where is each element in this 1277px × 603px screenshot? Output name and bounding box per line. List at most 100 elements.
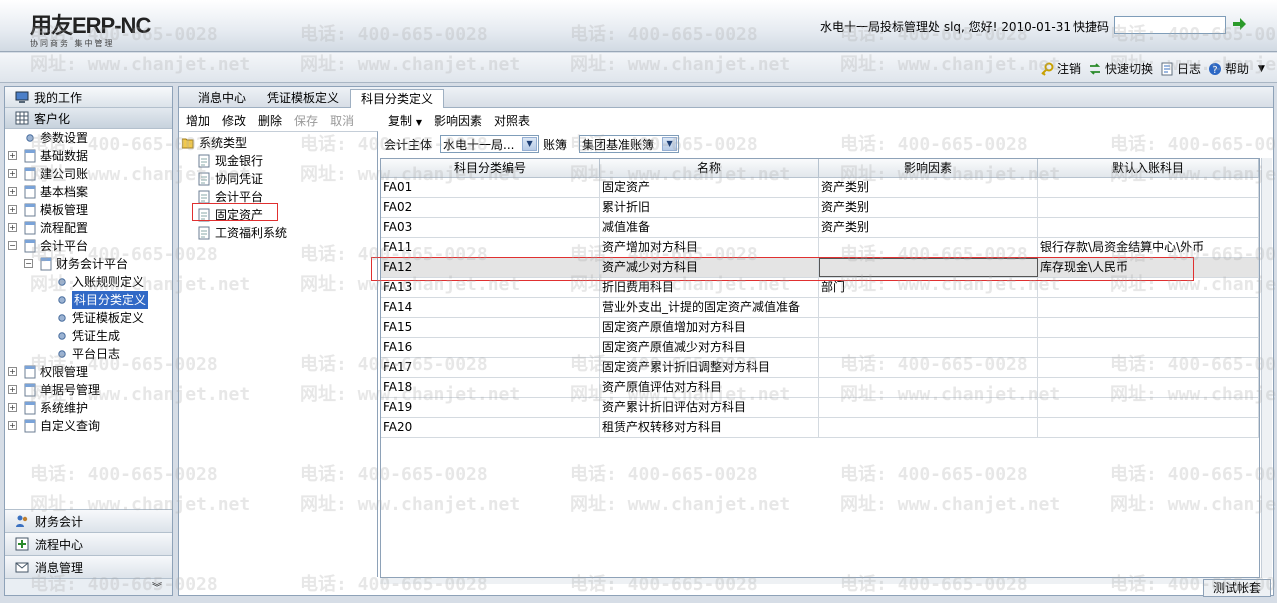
tree-node[interactable]: 入账规则定义	[5, 273, 172, 291]
table-row[interactable]: FA11 资产增加对方科目 银行存款\局资金结算中心\外币	[381, 238, 1259, 258]
table-cell[interactable]: 累计折旧	[600, 198, 820, 217]
table-cell[interactable]: FA14	[381, 298, 601, 317]
table-cell[interactable]	[819, 338, 1039, 357]
table-cell[interactable]: 固定资产	[600, 178, 820, 197]
tree-node[interactable]: + 系统维护	[5, 399, 172, 417]
mapping-button[interactable]: 对照表	[494, 112, 530, 129]
table-cell[interactable]	[819, 378, 1039, 397]
tab-message-center[interactable]: 消息中心	[188, 89, 256, 108]
tree-node[interactable]: + 权限管理	[5, 363, 172, 381]
system-type-item[interactable]: 协同凭证	[179, 170, 377, 188]
tree-node[interactable]: 平台日志	[5, 345, 172, 363]
table-cell[interactable]: FA15	[381, 318, 601, 337]
table-cell[interactable]	[1038, 398, 1259, 417]
table-cell[interactable]: FA16	[381, 338, 601, 357]
module-process-center[interactable]: 流程中心	[5, 532, 172, 555]
table-cell[interactable]: 营业外支出_计提的固定资产减值准备	[600, 298, 820, 317]
table-row[interactable]: FA01 固定资产 资产类别	[381, 178, 1259, 198]
tree-node[interactable]: 凭证生成	[5, 327, 172, 345]
tree-node[interactable]: + 模板管理	[5, 201, 172, 219]
table-cell[interactable]	[819, 358, 1039, 377]
tree-node[interactable]: + 建公司账	[5, 165, 172, 183]
table-cell[interactable]	[819, 238, 1039, 257]
tree-node[interactable]: 参数设置	[5, 129, 172, 147]
tree-node[interactable]: 科目分类定义	[5, 291, 172, 309]
table-cell[interactable]: FA19	[381, 398, 601, 417]
tree-node[interactable]: 凭证模板定义	[5, 309, 172, 327]
delete-button[interactable]: 删除	[258, 112, 282, 129]
system-type-item[interactable]: 现金银行	[179, 152, 377, 170]
quick-switch-button[interactable]: 快速切换	[1088, 60, 1153, 77]
expand-icon[interactable]: +	[8, 367, 17, 376]
table-row[interactable]: FA02 累计折旧 资产类别	[381, 198, 1259, 218]
table-cell[interactable]: 固定资产累计折旧调整对方科目	[600, 358, 820, 377]
tree-root[interactable]: 系统类型	[179, 134, 377, 152]
expand-icon[interactable]: +	[8, 169, 17, 178]
tab-voucher-template[interactable]: 凭证模板定义	[257, 89, 349, 108]
table-cell[interactable]	[1038, 298, 1259, 317]
col-header-name[interactable]: 名称	[600, 159, 820, 177]
table-row[interactable]: FA19 资产累计折旧评估对方科目	[381, 398, 1259, 418]
module-message[interactable]: 消息管理	[5, 555, 172, 578]
table-cell[interactable]	[1038, 318, 1259, 337]
module-finance[interactable]: 财务会计	[5, 509, 172, 532]
quick-code-input[interactable]	[1114, 16, 1226, 34]
col-header-default-subject[interactable]: 默认入账科目	[1038, 159, 1259, 177]
table-row[interactable]: FA18 资产原值评估对方科目	[381, 378, 1259, 398]
tab-subject-classification[interactable]: 科目分类定义	[350, 89, 445, 108]
expand-icon[interactable]: +	[8, 205, 17, 214]
collapse-icon[interactable]: −	[24, 259, 33, 268]
tree-node[interactable]: + 基本档案	[5, 183, 172, 201]
table-cell[interactable]	[819, 418, 1039, 437]
col-header-factor[interactable]: 影响因素	[819, 159, 1039, 177]
tree-node[interactable]: + 基础数据	[5, 147, 172, 165]
customize-header[interactable]: 客户化	[5, 108, 172, 129]
expand-more-button[interactable]: ︾	[5, 578, 172, 595]
table-row[interactable]: FA16 固定资产原值减少对方科目	[381, 338, 1259, 358]
table-cell[interactable]: 固定资产原值增加对方科目	[600, 318, 820, 337]
expand-icon[interactable]: +	[8, 223, 17, 232]
table-cell[interactable]: FA18	[381, 378, 601, 397]
book-select[interactable]: 集团基准账簿 ▼	[579, 135, 680, 153]
table-row[interactable]: FA20 租赁产权转移对方科目	[381, 418, 1259, 438]
table-cell[interactable]	[1038, 378, 1259, 397]
add-button[interactable]: 增加	[186, 112, 210, 129]
table-cell[interactable]	[1038, 418, 1259, 437]
chevron-down-icon[interactable]: ▼	[1258, 64, 1265, 74]
table-cell[interactable]	[1038, 198, 1259, 217]
expand-icon[interactable]: +	[8, 403, 17, 412]
table-row[interactable]: FA13 折旧费用科目 部门	[381, 278, 1259, 298]
log-button[interactable]: 日志	[1160, 60, 1201, 77]
expand-icon[interactable]: +	[8, 421, 17, 430]
copy-button[interactable]: 复制 ▼	[388, 112, 422, 129]
table-row[interactable]: FA17 固定资产累计折旧调整对方科目	[381, 358, 1259, 378]
table-cell[interactable]: FA02	[381, 198, 601, 217]
tree-node[interactable]: + 单据号管理	[5, 381, 172, 399]
help-button[interactable]: ? 帮助 ▼	[1208, 60, 1265, 77]
table-cell[interactable]: FA01	[381, 178, 601, 197]
table-row[interactable]: FA15 固定资产原值增加对方科目	[381, 318, 1259, 338]
collapse-icon[interactable]: −	[8, 241, 17, 250]
table-cell[interactable]	[819, 318, 1039, 337]
table-cell[interactable]	[819, 398, 1039, 417]
table-cell[interactable]: 资产原值评估对方科目	[600, 378, 820, 397]
factor-button[interactable]: 影响因素	[434, 112, 482, 129]
table-cell[interactable]: FA03	[381, 218, 601, 237]
table-cell[interactable]: 资产类别	[819, 218, 1039, 237]
expand-icon[interactable]: +	[8, 151, 17, 160]
table-cell[interactable]: 资产类别	[819, 198, 1039, 217]
tree-node[interactable]: + 流程配置	[5, 219, 172, 237]
table-cell[interactable]	[1038, 338, 1259, 357]
tree-node[interactable]: − 会计平台	[5, 237, 172, 255]
table-row[interactable]: FA03 减值准备 资产类别	[381, 218, 1259, 238]
table-cell[interactable]: FA20	[381, 418, 601, 437]
cancel-button[interactable]: 取消	[330, 112, 354, 129]
entity-select[interactable]: 水电十一局... ▼	[440, 135, 540, 153]
save-button[interactable]: 保存	[294, 112, 318, 129]
go-arrow-icon[interactable]	[1232, 17, 1246, 31]
table-cell[interactable]: FA11	[381, 238, 601, 257]
my-work-header[interactable]: 我的工作	[5, 87, 172, 108]
table-cell[interactable]	[1038, 178, 1259, 197]
table-cell[interactable]: 租赁产权转移对方科目	[600, 418, 820, 437]
col-header-code[interactable]: 科目分类编号	[381, 159, 601, 177]
